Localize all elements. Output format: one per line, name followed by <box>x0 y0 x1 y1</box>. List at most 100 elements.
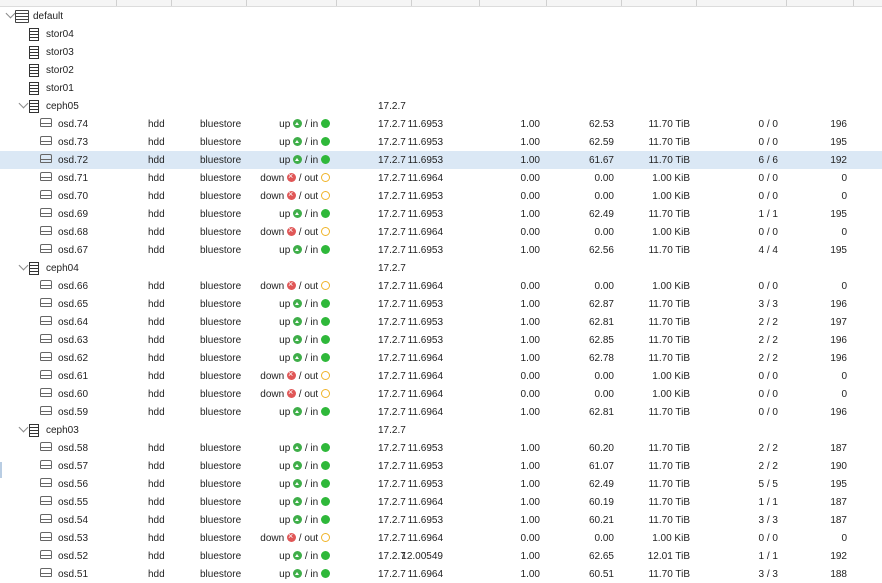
osd-pgs: 187 <box>830 443 847 454</box>
column-divider[interactable] <box>479 0 480 6</box>
osd-reweight: 1.00 <box>520 551 540 562</box>
status-text: up <box>279 335 291 346</box>
osd-pg: 0 / 0 <box>758 227 778 238</box>
disk-icon <box>40 388 52 397</box>
tree-row-host[interactable]: stor04 <box>0 25 882 43</box>
host-name: ceph05 <box>46 101 79 112</box>
osd-row[interactable]: osd.55 hdd bluestore up / in 17.2.7 11.6964 1… <box>0 493 882 511</box>
chevron-down-icon[interactable] <box>18 98 29 109</box>
osd-row[interactable]: osd.62 hdd bluestore up / in 17.2.7 11.6964 1… <box>0 349 882 367</box>
tree-row-host-group[interactable]: ceph03 17.2.7 <box>0 421 882 439</box>
osd-row[interactable]: osd.70 hdd bluestore down / out 17.2.711.69… <box>0 187 882 205</box>
osd-row[interactable]: osd.54 hdd bluestore up / in 17.2.7 11.6953 1… <box>0 511 882 529</box>
osd-weight: 11.6953 <box>407 479 443 490</box>
column-divider[interactable] <box>336 0 337 6</box>
osd-row[interactable]: osd.68 hdd bluestore down / out 17.2.711.69… <box>0 223 882 241</box>
osd-row[interactable]: osd.63 hdd bluestore up / in 17.2.7 11.6953 1… <box>0 331 882 349</box>
osd-row[interactable]: osd.53 hdd bluestore down / out 17.2.711.69… <box>0 529 882 547</box>
column-divider[interactable] <box>786 0 787 6</box>
osd-pgs: 195 <box>830 479 847 490</box>
arrow-up-circle-icon <box>293 209 303 218</box>
osd-row[interactable]: osd.74 hdd bluestore up / in 17.2.7 11.6953 1… <box>0 115 882 133</box>
status-text: down <box>260 281 285 292</box>
column-divider[interactable] <box>246 0 247 6</box>
osd-weight: 11.6964 <box>407 569 443 580</box>
osd-name: osd.51 <box>58 569 89 580</box>
osd-class: hdd <box>148 443 165 454</box>
disk-icon <box>40 550 52 559</box>
osd-used: 62.65 <box>588 551 614 562</box>
state-text: out <box>304 227 319 238</box>
osd-class: hdd <box>148 461 165 472</box>
osd-version: 17.2.7 <box>378 461 406 472</box>
status-text: up <box>279 299 291 310</box>
osd-row[interactable]: osd.56 hdd bluestore up / in 17.2.7 11.6953 1… <box>0 475 882 493</box>
arrow-up-circle-icon <box>293 515 303 524</box>
osd-row[interactable]: osd.72 hdd bluestore up / in 17.2.7 11.6953 1… <box>0 151 882 169</box>
osd-status: up / in <box>279 244 330 257</box>
tree-row-host[interactable]: stor01 <box>0 79 882 97</box>
osd-status: down / out <box>260 278 330 293</box>
osd-name: osd.57 <box>58 461 89 472</box>
disk-icon <box>40 280 52 289</box>
host-name: ceph03 <box>46 425 79 436</box>
column-divider[interactable] <box>411 0 412 6</box>
disk-icon <box>40 532 52 541</box>
osd-name: osd.72 <box>58 155 89 166</box>
osd-reweight: 1.00 <box>520 407 540 418</box>
osd-row[interactable]: osd.66 hdd bluestore down / out 17.2.711.69… <box>0 277 882 295</box>
osd-reweight: 0.00 <box>520 227 540 238</box>
osd-row[interactable]: osd.65 hdd bluestore up / in 17.2.7 11.6953 1… <box>0 295 882 313</box>
state-text: in <box>310 155 319 166</box>
osd-row[interactable]: osd.61 hdd bluestore down / out 17.2.711.69… <box>0 367 882 385</box>
chevron-down-icon[interactable] <box>18 260 29 271</box>
osd-reweight: 0.00 <box>520 191 540 202</box>
chevron-down-icon[interactable] <box>5 8 16 19</box>
osd-row[interactable]: osd.64 hdd bluestore up / in 17.2.7 11.6953 1… <box>0 313 882 331</box>
host-name: stor03 <box>46 47 74 58</box>
osd-row[interactable]: osd.51 hdd bluestore up / in 17.2.7 11.6964 1… <box>0 565 882 583</box>
tree-row-host-group[interactable]: ceph05 17.2.7 <box>0 97 882 115</box>
osd-row[interactable]: osd.57 hdd bluestore up / in 17.2.7 11.6953 1… <box>0 457 882 475</box>
disk-icon <box>40 334 52 343</box>
osd-row[interactable]: osd.73 hdd bluestore up / in 17.2.7 11.6953 1… <box>0 133 882 151</box>
column-divider[interactable] <box>853 0 854 6</box>
column-divider[interactable] <box>621 0 622 6</box>
osd-type: bluestore <box>200 407 242 418</box>
osd-used: 62.59 <box>588 137 614 148</box>
column-divider[interactable] <box>696 0 697 6</box>
osd-total: 11.70 TiB <box>648 479 690 490</box>
column-divider[interactable] <box>546 0 547 6</box>
osd-weight: 11.6953 <box>407 137 443 148</box>
osd-class: hdd <box>148 371 165 382</box>
osd-row[interactable]: osd.59 hdd bluestore up / in 17.2.7 11.6964 1… <box>0 403 882 421</box>
state-text: in <box>310 443 319 454</box>
tree-row-host[interactable]: stor02 <box>0 61 882 79</box>
osd-row[interactable]: osd.71 hdd bluestore down / out 17.2.711.69… <box>0 169 882 187</box>
column-divider[interactable] <box>171 0 172 6</box>
osd-total: 11.70 TiB <box>648 299 690 310</box>
column-divider[interactable] <box>116 0 117 6</box>
osd-reweight: 1.00 <box>520 155 540 166</box>
filled-dot-icon <box>321 245 330 254</box>
osd-row[interactable]: osd.60 hdd bluestore down / out 17.2.711.69… <box>0 385 882 403</box>
tree-row-root[interactable]: default <box>0 7 882 25</box>
tree-row-host-group[interactable]: ceph04 17.2.7 <box>0 259 882 277</box>
osd-used: 60.19 <box>588 497 614 508</box>
osd-row[interactable]: osd.69 hdd bluestore up / in 17.2.7 11.6953 1… <box>0 205 882 223</box>
osd-name: osd.59 <box>58 407 89 418</box>
osd-pg: 0 / 0 <box>758 533 778 544</box>
disk-icon <box>40 568 52 577</box>
osd-row[interactable]: osd.58 hdd bluestore up / in 17.2.7 11.6953 1… <box>0 439 882 457</box>
osd-pgs: 0 <box>841 533 847 544</box>
osd-row[interactable]: osd.67 hdd bluestore up / in 17.2.7 11.6953 1… <box>0 241 882 259</box>
chevron-down-icon[interactable] <box>18 422 29 433</box>
status-text: down <box>260 533 285 544</box>
osd-version: 17.2.7 <box>378 209 406 220</box>
osd-class: hdd <box>148 191 165 202</box>
osd-type: bluestore <box>200 515 242 526</box>
osd-row[interactable]: osd.52 hdd bluestore up / in 17.2.7 12.00549… <box>0 547 882 565</box>
osd-version: 17.2.7 <box>378 389 406 400</box>
tree-row-host[interactable]: stor03 <box>0 43 882 61</box>
ring-icon <box>321 389 330 398</box>
